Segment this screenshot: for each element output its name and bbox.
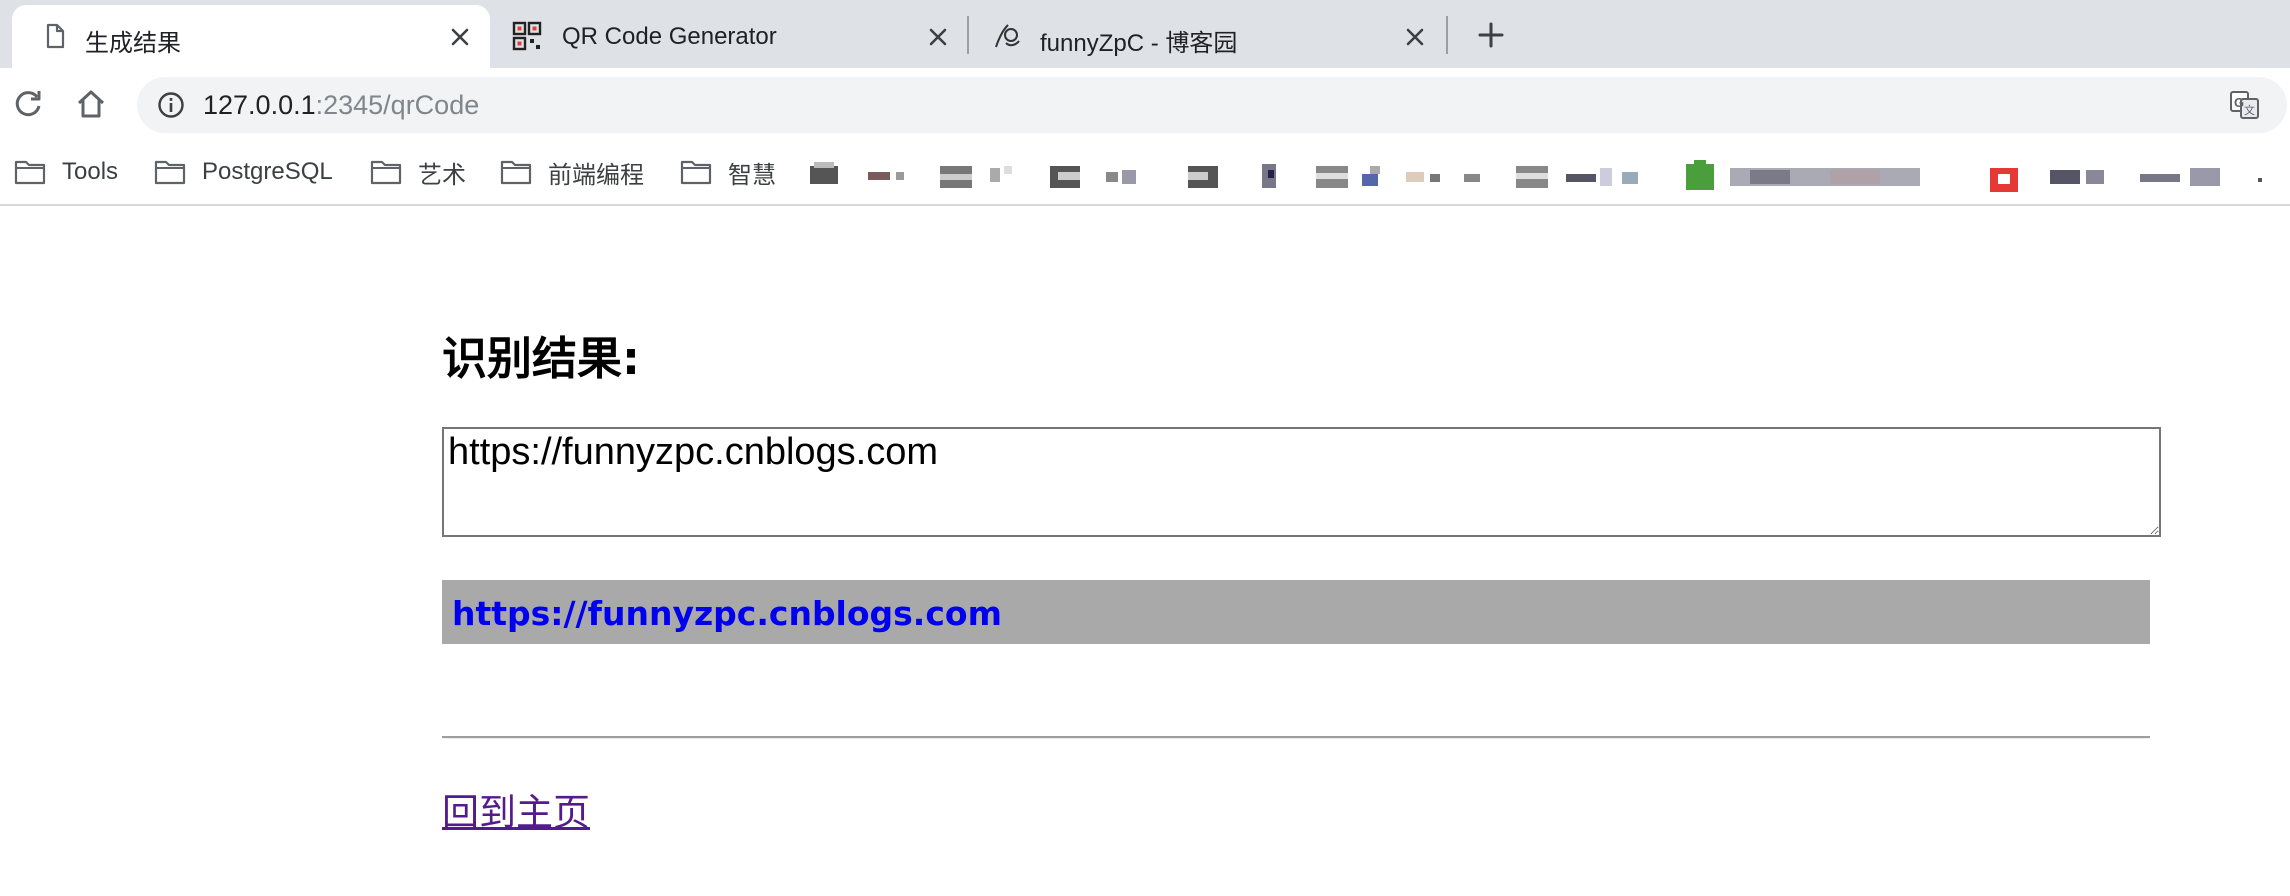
folder-icon: [370, 160, 402, 185]
tab-separator: [1446, 16, 1448, 54]
home-icon[interactable]: [73, 86, 109, 122]
folder-icon: [680, 160, 712, 185]
qr-code-icon: [512, 21, 542, 51]
url-path: :2345/qrCode: [315, 90, 480, 120]
translate-icon[interactable]: G 文: [2229, 89, 2261, 121]
divider: [442, 736, 2150, 739]
bookmark-label: 艺术: [418, 161, 466, 189]
bookmarks-bar: Tools PostgreSQL 艺术 前端编程 智慧: [0, 142, 2290, 206]
bookmark-label: PostgreSQL: [202, 158, 333, 185]
page-title: 识别结果:: [442, 332, 640, 385]
address-bar[interactable]: 127.0.0.1:2345/qrCode G 文: [137, 77, 2287, 133]
result-link-bar: https://funnyzpc.cnblogs.com: [442, 580, 2150, 644]
tab-title: QR Code Generator: [562, 23, 777, 50]
tab-strip: 生成结果 QR Code Generator funnyZpC - 博客园: [0, 0, 2290, 68]
bookmark-folder-postgresql[interactable]: PostgreSQL: [154, 152, 333, 192]
bookmark-folder-tools[interactable]: Tools: [14, 152, 118, 192]
close-icon[interactable]: [1400, 22, 1430, 52]
document-icon: [46, 23, 65, 49]
close-icon[interactable]: [923, 22, 953, 52]
tab-cnblogs[interactable]: funnyZpC - 博客园: [968, 5, 1446, 68]
obscured-bookmarks: [810, 160, 2262, 192]
bookmark-label: 前端编程: [548, 161, 644, 189]
url-text[interactable]: 127.0.0.1:2345/qrCode: [203, 90, 479, 121]
folder-icon: [154, 160, 186, 185]
reload-icon[interactable]: [10, 86, 46, 122]
svg-text:文: 文: [2244, 103, 2255, 117]
browser-toolbar: 127.0.0.1:2345/qrCode G 文: [0, 68, 2290, 142]
bookmark-folder-frontend[interactable]: 前端编程: [500, 152, 644, 192]
result-link[interactable]: https://funnyzpc.cnblogs.com: [452, 594, 1002, 633]
bookmark-label: Tools: [62, 158, 119, 185]
result-textarea[interactable]: https://funnyzpc.cnblogs.com: [442, 427, 2161, 537]
tab-generate-result[interactable]: 生成结果: [12, 5, 490, 68]
bookmark-folder-art[interactable]: 艺术: [370, 152, 466, 192]
close-icon[interactable]: [445, 22, 475, 52]
folder-icon: [14, 160, 46, 185]
svg-text:G: G: [2234, 95, 2244, 110]
tab-qr-code-generator[interactable]: QR Code Generator: [490, 5, 968, 68]
bookmark-folder-wisdom[interactable]: 智慧: [680, 152, 776, 192]
cnblogs-icon: [995, 24, 1020, 48]
url-host: 127.0.0.1: [203, 90, 316, 120]
tab-title: funnyZpC - 博客园: [1040, 30, 1238, 57]
home-link[interactable]: 回到主页: [442, 782, 590, 836]
folder-icon: [500, 160, 532, 185]
tab-title: 生成结果: [85, 30, 181, 57]
bookmark-label: 智慧: [728, 161, 776, 189]
new-tab-plus-icon[interactable]: [1475, 19, 1507, 51]
info-icon[interactable]: [157, 91, 185, 119]
